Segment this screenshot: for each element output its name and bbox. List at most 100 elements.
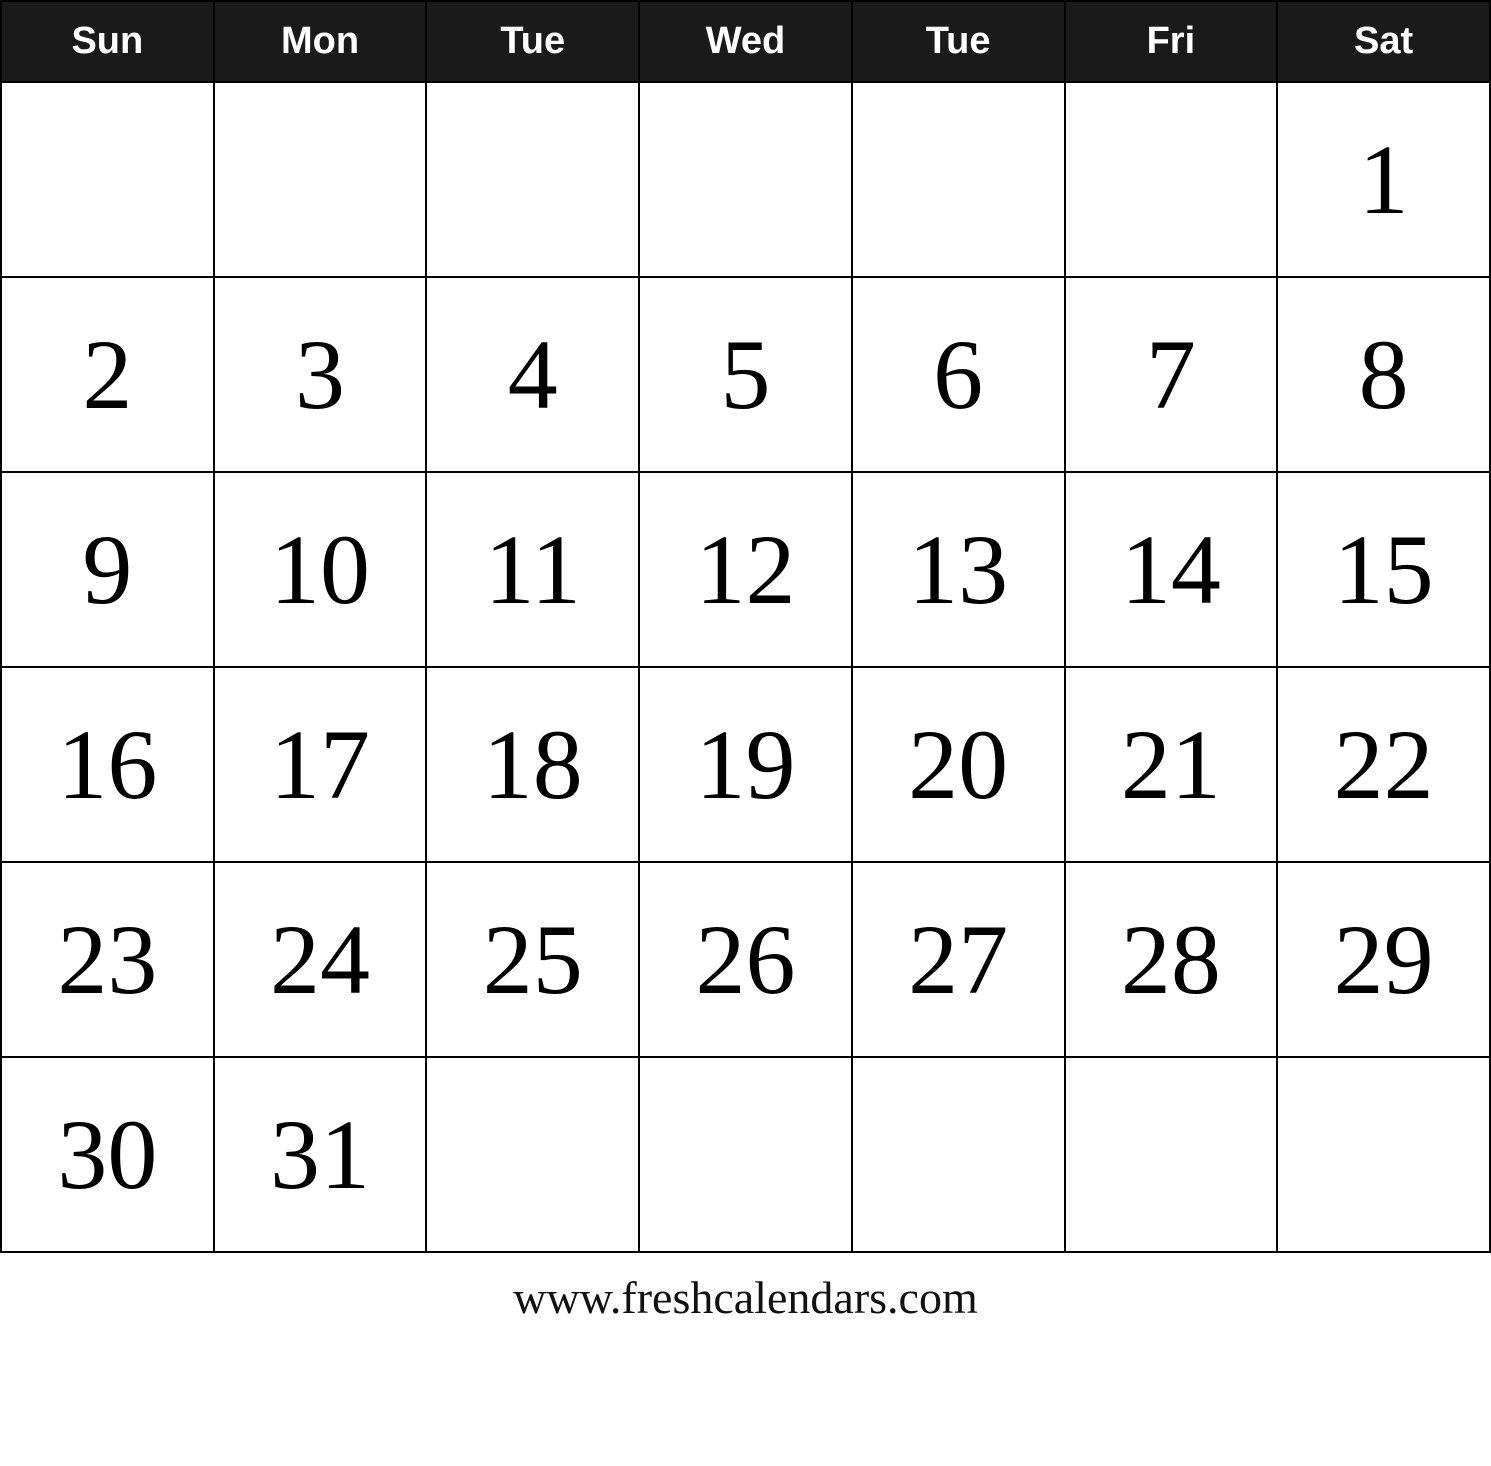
empty-day: [445, 1068, 620, 1241]
week-row-2: 9101112131415: [1, 472, 1490, 667]
calendar-cell-5-3: [639, 1057, 852, 1252]
day-number-24: 24: [233, 873, 408, 1046]
calendar-cell-5-5: [1065, 1057, 1278, 1252]
empty-day: [871, 1068, 1046, 1241]
day-number-20: 20: [871, 678, 1046, 851]
calendar-cell-0-1: [214, 82, 427, 277]
header-mon: Mon: [214, 1, 427, 82]
day-number-3: 3: [233, 288, 408, 461]
day-number-21: 21: [1084, 678, 1259, 851]
calendar-cell-4-0: 23: [1, 862, 214, 1057]
empty-day: [871, 93, 1046, 266]
day-number-2: 2: [20, 288, 195, 461]
day-number-26: 26: [658, 873, 833, 1046]
week-row-1: 2345678: [1, 277, 1490, 472]
empty-day: [1084, 93, 1259, 266]
day-number-29: 29: [1296, 873, 1471, 1046]
day-number-31: 31: [233, 1068, 408, 1241]
calendar-cell-1-0: 2: [1, 277, 214, 472]
day-number-15: 15: [1296, 483, 1471, 656]
day-number-11: 11: [445, 483, 620, 656]
calendar-table: Sun Mon Tue Wed Tue Fri Sat 123456789101…: [0, 0, 1491, 1253]
calendar-cell-4-1: 24: [214, 862, 427, 1057]
calendar-cell-2-1: 10: [214, 472, 427, 667]
calendar-cell-1-1: 3: [214, 277, 427, 472]
day-number-30: 30: [20, 1068, 195, 1241]
calendar-cell-0-3: [639, 82, 852, 277]
day-number-18: 18: [445, 678, 620, 851]
calendar-cell-5-4: [852, 1057, 1065, 1252]
calendar-cell-0-0: [1, 82, 214, 277]
calendar-cell-1-2: 4: [426, 277, 639, 472]
day-number-10: 10: [233, 483, 408, 656]
day-number-9: 9: [20, 483, 195, 656]
calendar-cell-1-3: 5: [639, 277, 852, 472]
calendar-cell-2-2: 11: [426, 472, 639, 667]
calendar-cell-4-4: 27: [852, 862, 1065, 1057]
empty-day: [658, 93, 833, 266]
empty-day: [445, 93, 620, 266]
empty-day: [658, 1068, 833, 1241]
day-number-23: 23: [20, 873, 195, 1046]
calendar-wrapper: Sun Mon Tue Wed Tue Fri Sat 123456789101…: [0, 0, 1491, 1334]
calendar-cell-2-6: 15: [1277, 472, 1490, 667]
day-number-22: 22: [1296, 678, 1471, 851]
calendar-cell-5-6: [1277, 1057, 1490, 1252]
empty-day: [1296, 1068, 1471, 1241]
calendar-cell-2-4: 13: [852, 472, 1065, 667]
calendar-cell-2-0: 9: [1, 472, 214, 667]
empty-day: [233, 93, 408, 266]
week-row-5: 3031: [1, 1057, 1490, 1252]
calendar-cell-3-1: 17: [214, 667, 427, 862]
day-number-4: 4: [445, 288, 620, 461]
header-thu: Tue: [852, 1, 1065, 82]
calendar-cell-0-5: [1065, 82, 1278, 277]
day-number-17: 17: [233, 678, 408, 851]
header-tue: Tue: [426, 1, 639, 82]
header-row: Sun Mon Tue Wed Tue Fri Sat: [1, 1, 1490, 82]
calendar-cell-1-5: 7: [1065, 277, 1278, 472]
calendar-cell-3-5: 21: [1065, 667, 1278, 862]
day-number-13: 13: [871, 483, 1046, 656]
calendar-cell-2-3: 12: [639, 472, 852, 667]
calendar-cell-3-6: 22: [1277, 667, 1490, 862]
day-number-7: 7: [1084, 288, 1259, 461]
calendar-cell-5-0: 30: [1, 1057, 214, 1252]
calendar-cell-3-0: 16: [1, 667, 214, 862]
day-number-19: 19: [658, 678, 833, 851]
calendar-cell-5-1: 31: [214, 1057, 427, 1252]
calendar-cell-1-4: 6: [852, 277, 1065, 472]
day-number-14: 14: [1084, 483, 1259, 656]
day-number-5: 5: [658, 288, 833, 461]
empty-day: [20, 93, 195, 266]
header-sun: Sun: [1, 1, 214, 82]
calendar-cell-0-4: [852, 82, 1065, 277]
day-number-28: 28: [1084, 873, 1259, 1046]
footer-url: www.freshcalendars.com: [0, 1253, 1491, 1334]
week-row-4: 23242526272829: [1, 862, 1490, 1057]
calendar-body: 1234567891011121314151617181920212223242…: [1, 82, 1490, 1252]
calendar-cell-4-2: 25: [426, 862, 639, 1057]
week-row-0: 1: [1, 82, 1490, 277]
day-number-1: 1: [1296, 93, 1471, 266]
empty-day: [1084, 1068, 1259, 1241]
day-number-25: 25: [445, 873, 620, 1046]
calendar-cell-4-6: 29: [1277, 862, 1490, 1057]
calendar-cell-3-2: 18: [426, 667, 639, 862]
day-number-6: 6: [871, 288, 1046, 461]
calendar-cell-1-6: 8: [1277, 277, 1490, 472]
calendar-cell-5-2: [426, 1057, 639, 1252]
calendar-cell-2-5: 14: [1065, 472, 1278, 667]
calendar-cell-0-6: 1: [1277, 82, 1490, 277]
week-row-3: 16171819202122: [1, 667, 1490, 862]
calendar-cell-0-2: [426, 82, 639, 277]
header-sat: Sat: [1277, 1, 1490, 82]
calendar-cell-3-3: 19: [639, 667, 852, 862]
calendar-cell-4-5: 28: [1065, 862, 1278, 1057]
day-number-8: 8: [1296, 288, 1471, 461]
header-fri: Fri: [1065, 1, 1278, 82]
calendar-cell-3-4: 20: [852, 667, 1065, 862]
calendar-cell-4-3: 26: [639, 862, 852, 1057]
day-number-27: 27: [871, 873, 1046, 1046]
day-number-16: 16: [20, 678, 195, 851]
